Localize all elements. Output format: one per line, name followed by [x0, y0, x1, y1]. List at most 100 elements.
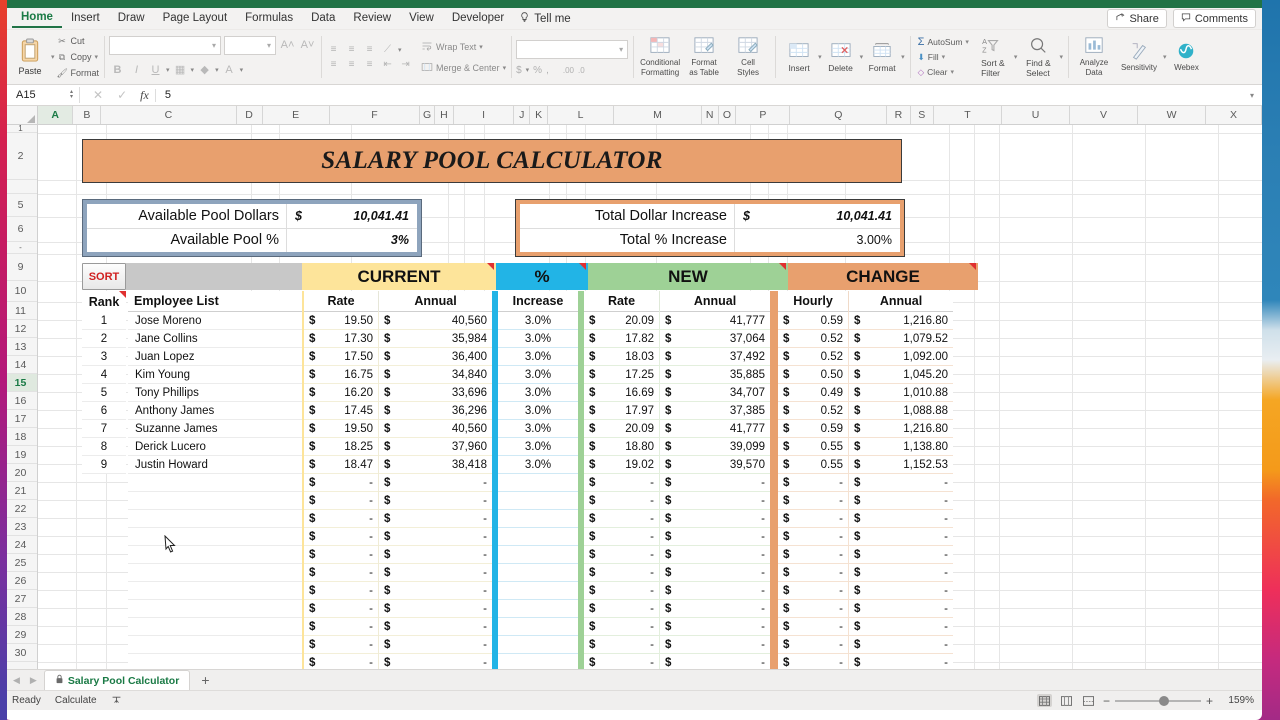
- cell-change-annual[interactable]: $ -: [849, 546, 953, 564]
- row-header-6[interactable]: 6: [4, 217, 37, 242]
- orientation-chevron-icon[interactable]: ▾: [398, 46, 402, 54]
- cell-current-rate[interactable]: $ -: [304, 546, 378, 564]
- column-header-S[interactable]: S: [910, 106, 934, 124]
- paste-button[interactable]: Paste: [9, 32, 51, 82]
- cell-change-annual[interactable]: $1,079.52: [849, 330, 953, 348]
- cell-employee-name[interactable]: [128, 600, 302, 618]
- cell-new-rate[interactable]: $20.09: [584, 420, 659, 438]
- cell-new-annual[interactable]: $ -: [660, 510, 770, 528]
- find-select-button[interactable]: Find & Select: [1017, 32, 1059, 82]
- column-header-D[interactable]: D: [236, 106, 263, 124]
- cell-current-annual[interactable]: $38,418: [379, 456, 492, 474]
- row-header-2[interactable]: 2: [4, 133, 37, 180]
- cell-current-annual[interactable]: $33,696: [379, 384, 492, 402]
- cell-employee-name[interactable]: Tony Phillips: [128, 384, 302, 402]
- tab-draw[interactable]: Draw: [109, 10, 154, 27]
- cell-current-rate[interactable]: $18.47: [304, 456, 378, 474]
- fill-button[interactable]: ⬇ Fill ▾: [918, 50, 969, 64]
- borders-chevron-icon[interactable]: ▾: [191, 66, 195, 74]
- table-row[interactable]: $ - $ - $ - $ - $ - $ -: [126, 528, 953, 546]
- tab-page-layout[interactable]: Page Layout: [154, 10, 237, 27]
- row-header-18[interactable]: 18: [4, 428, 37, 446]
- cell-change-annual[interactable]: $1,010.88: [849, 384, 953, 402]
- column-header-R[interactable]: R: [887, 106, 911, 124]
- cell-pct-increase[interactable]: 3.0%: [498, 456, 578, 474]
- cell-pct-increase[interactable]: 3.0%: [498, 348, 578, 366]
- row-header-gap-2[interactable]: -: [4, 242, 37, 254]
- italic-icon[interactable]: I: [128, 64, 145, 76]
- cell-change-hourly[interactable]: $ -: [778, 510, 848, 528]
- fill-color-icon[interactable]: ◆: [196, 63, 213, 76]
- cell-new-rate[interactable]: $17.25: [584, 366, 659, 384]
- row-header-24[interactable]: 24: [4, 536, 37, 554]
- cell-change-hourly[interactable]: $0.50: [778, 366, 848, 384]
- column-header-V[interactable]: V: [1070, 106, 1139, 124]
- cell-new-rate[interactable]: $ -: [584, 546, 659, 564]
- zoom-track[interactable]: [1114, 695, 1201, 706]
- row-header-29[interactable]: 29: [4, 626, 37, 644]
- table-row[interactable]: $ - $ - $ - $ - $ - $ -: [126, 582, 953, 600]
- align-bottom-icon[interactable]: ≡: [362, 43, 377, 56]
- cell-new-annual[interactable]: $41,777: [660, 420, 770, 438]
- autosum-button[interactable]: Σ AutoSum ▾: [918, 35, 969, 49]
- cell-new-rate[interactable]: $ -: [584, 492, 659, 510]
- comments-button[interactable]: Comments: [1172, 9, 1256, 28]
- table-row[interactable]: $ - $ - $ - $ - $ - $ -: [126, 636, 953, 654]
- cell-new-rate[interactable]: $18.03: [584, 348, 659, 366]
- next-sheet-icon[interactable]: ▶: [27, 675, 40, 686]
- format-cells-button[interactable]: Format: [863, 32, 901, 82]
- cell-current-rate[interactable]: $17.50: [304, 348, 378, 366]
- cell-current-annual[interactable]: $35,984: [379, 330, 492, 348]
- cell-employee-name[interactable]: Jane Collins: [128, 330, 302, 348]
- font-color-icon[interactable]: A: [221, 64, 238, 76]
- cell-pct-increase[interactable]: 3.0%: [498, 402, 578, 420]
- merge-center-button[interactable]: Merge & Center ▾: [421, 58, 506, 77]
- format-painter-button[interactable]: 🖌 Format: [57, 66, 100, 80]
- cell-current-rate[interactable]: $17.45: [304, 402, 378, 420]
- cell-new-rate[interactable]: $ -: [584, 654, 659, 669]
- copy-chevron-icon[interactable]: ▾: [95, 53, 99, 61]
- table-row[interactable]: Juan Lopez $17.50 $36,400 3.0% $18.03 $37,492…: [126, 348, 953, 366]
- name-box-spinner[interactable]: ▴ ▾: [66, 89, 73, 100]
- cell-new-rate[interactable]: $ -: [584, 582, 659, 600]
- increase-decimal-icon[interactable]: .00: [563, 66, 574, 75]
- row-header-25[interactable]: 25: [4, 554, 37, 572]
- tab-insert[interactable]: Insert: [62, 10, 109, 27]
- align-center-icon[interactable]: ≡: [344, 58, 359, 71]
- cell-new-annual[interactable]: $ -: [660, 654, 770, 669]
- tab-home[interactable]: Home: [12, 9, 62, 28]
- column-header-H[interactable]: H: [435, 106, 454, 124]
- cell-new-annual[interactable]: $39,099: [660, 438, 770, 456]
- row-header-17[interactable]: 17: [4, 410, 37, 428]
- cell-pct-increase[interactable]: [498, 546, 578, 564]
- cell-pct-increase[interactable]: 3.0%: [498, 366, 578, 384]
- table-row[interactable]: Justin Howard $18.47 $38,418 3.0% $19.02 $39,…: [126, 456, 953, 474]
- cell-employee-name[interactable]: [128, 492, 302, 510]
- cell-pct-increase[interactable]: [498, 510, 578, 528]
- cell-current-annual[interactable]: $ -: [379, 474, 492, 492]
- orientation-icon[interactable]: ⟋: [380, 43, 395, 56]
- cell-new-annual[interactable]: $ -: [660, 492, 770, 510]
- row-header-14[interactable]: 14: [4, 356, 37, 374]
- column-header-U[interactable]: U: [1001, 106, 1071, 124]
- fill-chevron-icon[interactable]: ▾: [942, 53, 946, 61]
- font-family-select[interactable]: ▾: [109, 35, 222, 55]
- row-header-27[interactable]: 27: [4, 590, 37, 608]
- row-header-30[interactable]: 30: [4, 644, 37, 662]
- align-right-icon[interactable]: ≡: [362, 58, 377, 71]
- column-header-I[interactable]: I: [453, 106, 515, 124]
- cell-styles-button[interactable]: Cell Styles: [726, 32, 770, 82]
- cut-button[interactable]: ✂ Cut: [57, 34, 100, 48]
- column-header-X[interactable]: X: [1206, 106, 1262, 124]
- cell-new-annual[interactable]: $41,777: [660, 312, 770, 330]
- cell-change-annual[interactable]: $ -: [849, 474, 953, 492]
- tab-formulas[interactable]: Formulas: [236, 10, 302, 27]
- zoom-knob[interactable]: [1158, 695, 1169, 706]
- cell-change-hourly[interactable]: $0.55: [778, 438, 848, 456]
- cell-rank[interactable]: 4: [82, 366, 126, 384]
- row-header-16[interactable]: 16: [4, 392, 37, 410]
- cell-new-annual[interactable]: $37,064: [660, 330, 770, 348]
- formula-bar-expand-icon[interactable]: ▾: [1250, 91, 1254, 100]
- cell-change-annual[interactable]: $1,216.80: [849, 312, 953, 330]
- cell-current-rate[interactable]: $ -: [304, 636, 378, 654]
